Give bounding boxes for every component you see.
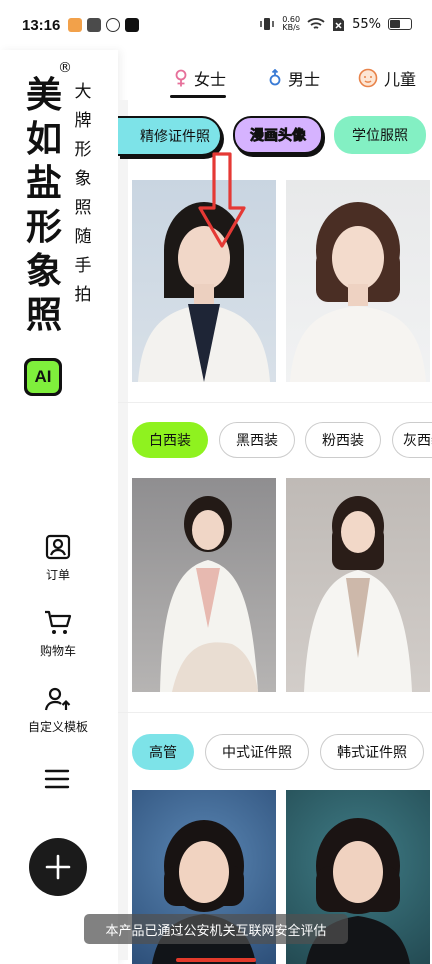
brand-char: 形 xyxy=(25,207,62,248)
brand-char: 如 xyxy=(25,119,62,160)
portrait-illustration xyxy=(160,496,258,692)
chip-label: 韩式证件照 xyxy=(337,745,407,761)
tiktok-icon xyxy=(125,18,140,32)
battery-icon xyxy=(388,18,412,30)
section-divider xyxy=(118,402,432,403)
ai-badge-label: AI xyxy=(27,361,59,393)
brand-title: 美 如 盐 形 象 照 xyxy=(24,74,64,338)
tab-child[interactable]: 儿童 xyxy=(358,66,416,90)
status-right: 0.60 KB/s 55% xyxy=(259,16,412,32)
chip-label: 白西装 xyxy=(149,433,191,449)
tab-label: 女士 xyxy=(194,70,227,89)
home-indicator[interactable] xyxy=(176,958,256,962)
brand-sub-char: 拍 xyxy=(74,285,92,305)
cart-icon xyxy=(45,610,72,634)
chip-label: 粉西装 xyxy=(322,433,364,449)
gender-tabs: 女士 男士 儿童 xyxy=(118,50,432,102)
sidebar-item-label: 订单 xyxy=(45,568,70,582)
brand-sub-char: 牌 xyxy=(74,111,92,131)
brand-subtitle: 大 牌 形 象 照 随 手 拍 xyxy=(72,78,94,310)
chip-black-suit[interactable]: 黑西装 xyxy=(219,422,295,458)
sidebar-item-custom-template[interactable]: 自定义模板 xyxy=(0,686,116,735)
status-app-icons xyxy=(68,18,140,32)
vibrate-icon xyxy=(260,18,275,30)
chip-chinese-id-photo[interactable]: 中式证件照 xyxy=(205,734,309,770)
menu-icon[interactable] xyxy=(44,768,70,790)
chip-label: 黑西装 xyxy=(236,433,278,449)
male-icon xyxy=(269,69,281,86)
app-notification-icon xyxy=(68,18,83,32)
annotation-arrow-icon xyxy=(198,152,246,248)
active-tab-indicator xyxy=(170,95,226,98)
chip-label: 灰西装 xyxy=(403,433,432,449)
wifi-icon xyxy=(307,18,325,29)
chip-white-suit[interactable]: 白西装 xyxy=(132,422,208,458)
chip-korean-id-photo[interactable]: 韩式证件照 xyxy=(320,734,424,770)
sidebar-item-cart[interactable]: 购物车 xyxy=(0,610,116,659)
sidebar-item-label: 自定义模板 xyxy=(27,720,88,734)
portrait-id-icon xyxy=(45,534,71,560)
portrait-illustration xyxy=(290,202,426,382)
chip-executive[interactable]: 高管 xyxy=(132,734,194,770)
tab-male[interactable]: 男士 xyxy=(268,66,320,90)
brand-sub-char: 形 xyxy=(74,140,92,160)
brand-char: 象 xyxy=(25,251,62,292)
chip-label: 学位服照 xyxy=(352,128,408,144)
template-photo-woman-white-suit-standing[interactable] xyxy=(286,478,430,692)
status-time: 13:16 xyxy=(22,16,61,34)
sidebar-item-orders[interactable]: 订单 xyxy=(0,534,116,583)
user-upload-icon xyxy=(44,687,71,711)
tab-label: 儿童 xyxy=(384,70,417,89)
net-speed: 0.60 KB/s xyxy=(282,16,300,32)
add-button[interactable] xyxy=(29,838,87,896)
no-sim-icon xyxy=(333,17,345,31)
brand-char: 美 xyxy=(25,75,62,116)
template-photo-woman-white-suit-seated[interactable] xyxy=(132,478,276,692)
chip-degree-gown[interactable]: 学位服照 xyxy=(334,116,426,154)
chip-label: 中式证件照 xyxy=(222,745,292,761)
tab-female[interactable]: 女士 xyxy=(174,66,226,90)
female-icon xyxy=(175,69,187,87)
chip-label: 漫画头像 xyxy=(250,128,307,145)
app-notification-icon xyxy=(87,18,102,32)
chip-label: 高管 xyxy=(149,745,177,761)
brand-char: 盐 xyxy=(25,163,62,204)
status-bar: 13:16 0.60 KB/s 55% xyxy=(0,0,432,50)
brand-char: 照 xyxy=(25,295,62,336)
battery-fill xyxy=(390,20,401,28)
sidebar: ® 美 如 盐 形 象 照 大 牌 形 象 照 随 手 拍 AI 订单 购物车 … xyxy=(0,50,118,964)
security-assessment-toast: 本产品已通过公安机关互联网安全评估 xyxy=(84,914,348,944)
battery-percent: 55% xyxy=(352,16,381,32)
chip-gray-suit[interactable]: 灰西装 xyxy=(392,422,432,458)
net-speed-unit: KB/s xyxy=(282,23,300,32)
brand-sub-char: 随 xyxy=(74,227,92,247)
child-face-icon xyxy=(358,68,378,88)
app-notification-icon xyxy=(106,18,121,32)
brand-sub-char: 象 xyxy=(74,169,92,189)
portrait-illustration xyxy=(304,496,412,692)
plus-icon xyxy=(45,854,71,880)
ai-badge: AI xyxy=(24,358,62,396)
content-scroll-track xyxy=(118,100,128,960)
template-photo-woman-white-sweater[interactable] xyxy=(286,180,430,382)
brand-sub-char: 大 xyxy=(74,82,92,102)
brand-sub-char: 手 xyxy=(74,256,92,276)
section-divider xyxy=(118,712,432,713)
sidebar-item-label: 购物车 xyxy=(39,644,76,658)
chip-comic-avatar[interactable]: 漫画头像 xyxy=(233,116,323,154)
chip-pink-suit[interactable]: 粉西装 xyxy=(305,422,381,458)
tab-label: 男士 xyxy=(288,70,321,89)
chip-label: 精修证件照 xyxy=(140,129,210,145)
brand-sub-char: 照 xyxy=(74,198,92,218)
